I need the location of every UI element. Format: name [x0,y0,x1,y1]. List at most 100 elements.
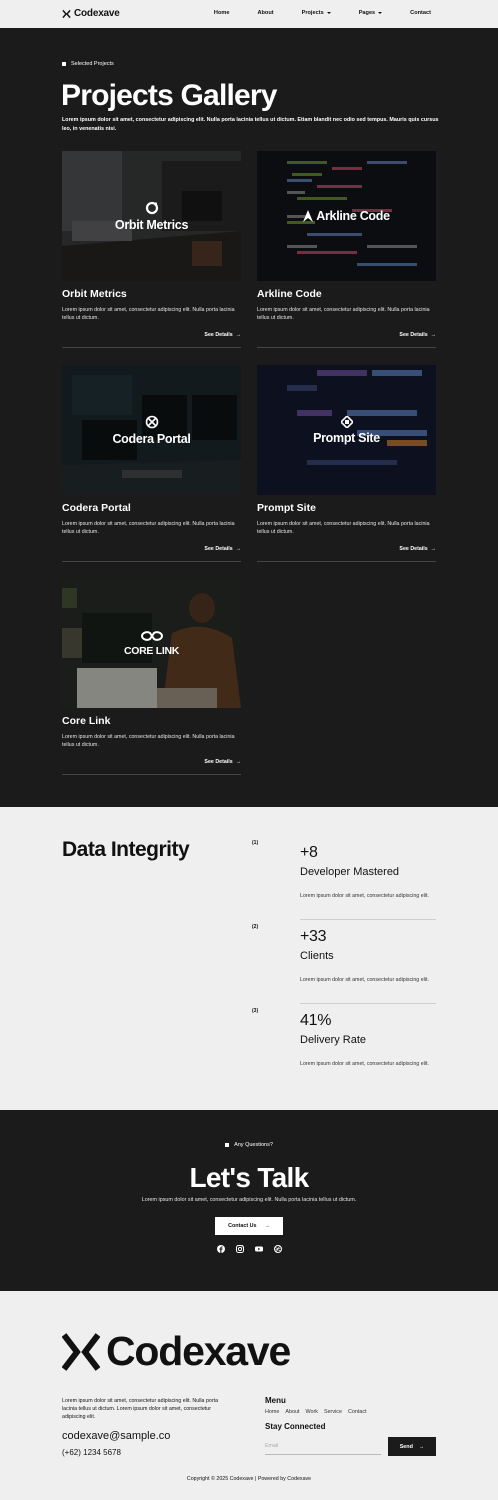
footer-email[interactable]: codexave@sample.co [62,1430,170,1442]
button-label: Send [399,1443,413,1450]
nav-projects[interactable]: Projects [288,10,331,16]
project-image[interactable]: Orbit Metrics [62,151,241,281]
brand-text: Arkline Code [316,209,390,223]
stat-number: (3) [252,1008,259,1014]
project-image[interactable]: Arkline Code [257,151,436,281]
project-title: Prompt Site [257,502,316,514]
footer-link-service[interactable]: Service [324,1409,342,1415]
stats-section: Data Integrity (1) +8 Developer Mastered… [0,807,498,1110]
stat-item: (1) +8 Developer Mastered Lorem ipsum do… [252,812,436,920]
arrow-right-icon: → [264,1223,270,1229]
footer-phone[interactable]: (+62) 1234 5678 [62,1448,121,1457]
logo-x-icon [62,9,71,18]
project-brand: Prompt Site [257,365,436,495]
project-title: Orbit Metrics [62,288,127,300]
prompt-icon [340,415,353,428]
project-image[interactable]: Prompt Site [257,365,436,495]
eyebrow-text: Selected Projects [71,61,114,67]
youtube-icon[interactable] [254,1245,263,1253]
square-bullet-icon [225,1143,230,1147]
projects-section: Selected Projects Projects Gallery Lorem… [0,28,498,807]
cta-section: Any Questions? Let's Talk Lorem ipsum do… [0,1110,498,1291]
nav-about[interactable]: About [243,10,273,16]
footer: Codexave Lorem ipsum dolor sit amet, con… [0,1291,498,1500]
nav-about-label: About [257,10,274,16]
arrow-right-icon: → [418,1443,425,1450]
brand-text: Codera Portal [112,431,191,446]
project-image[interactable]: Codera Portal [62,365,241,495]
stats-title: Data Integrity [62,838,190,861]
divider [257,561,436,562]
arrow-right-icon: → [235,332,241,338]
hero-description: Lorem ipsum dolor sit amet, consectetur … [62,117,439,132]
see-details-link[interactable]: See Details → [204,546,241,552]
link-label: See Details [204,546,233,552]
footer-menu: Home About Work Service Contact [265,1409,367,1415]
footer-link-about[interactable]: About [285,1409,299,1415]
facebook-icon[interactable] [216,1245,225,1253]
stat-value: 41% [300,1012,332,1029]
logo[interactable]: Codexave [62,8,120,19]
stat-number: (2) [252,924,259,930]
square-bullet-icon [62,62,66,66]
logo-x-icon [62,1332,100,1371]
project-card: Arkline Code Arkline Code Lorem ipsum do… [257,151,436,348]
project-title: Arkline Code [257,288,322,300]
footer-description: Lorem ipsum dolor sit amet, consectetur … [62,1398,219,1420]
project-title: Codera Portal [62,502,131,514]
arrow-right-icon: → [235,546,241,552]
nav-home[interactable]: Home [200,10,230,16]
project-description: Lorem ipsum dolor sit amet, consectetur … [257,521,430,535]
footer-link-home[interactable]: Home [265,1409,279,1415]
footer-logo-text: Codexave [106,1328,291,1374]
project-description: Lorem ipsum dolor sit amet, consectetur … [62,734,235,748]
footer-logo[interactable]: Codexave [62,1328,291,1374]
see-details-link[interactable]: See Details → [399,332,436,338]
brand-text: CORE LINK [123,644,180,657]
arkline-icon [303,210,314,222]
brand-text: Prompt Site [313,430,380,445]
nav-links: Home About Projects Pages Contact [186,10,431,16]
divider [62,774,241,775]
project-card: CORE LINK Core Link Lorem ipsum dolor si… [62,578,241,775]
chevron-down-icon [378,12,383,14]
project-image[interactable]: CORE LINK [62,578,241,708]
see-details-link[interactable]: See Details → [204,759,241,765]
footer-link-contact[interactable]: Contact [348,1409,367,1415]
instagram-icon[interactable] [235,1245,244,1253]
top-navbar: Codexave Home About Projects Pages Conta… [0,0,498,28]
arrow-right-icon: → [235,759,241,765]
link-label: See Details [399,546,428,552]
project-description: Lorem ipsum dolor sit amet, consectetur … [257,307,430,321]
divider [257,347,436,348]
social-links [0,1245,498,1253]
contact-us-button[interactable]: Contact Us → [215,1217,283,1235]
nav-contact-label: Contact [410,10,431,16]
chevron-down-icon [326,12,331,14]
stat-value: +8 [300,844,318,861]
dribbble-icon[interactable] [273,1245,282,1253]
project-brand: CORE LINK [62,578,241,708]
stat-description: Lorem ipsum dolor sit amet, consectetur … [300,1061,429,1067]
cta-title: Let's Talk [189,1162,310,1193]
project-title: Core Link [62,715,111,727]
arrow-right-icon: → [430,546,436,552]
cta-description: Lorem ipsum dolor sit amet, consectetur … [141,1197,357,1203]
orbit-icon [145,201,158,214]
button-label: Contact Us [228,1223,257,1229]
cta-eyebrow: Any Questions? [0,1142,498,1148]
project-brand: Arkline Code [257,151,436,281]
brand-text: Orbit Metrics [114,217,189,232]
footer-link-work[interactable]: Work [305,1409,317,1415]
send-button[interactable]: Send → [388,1437,436,1456]
project-brand: Codera Portal [62,365,241,495]
see-details-link[interactable]: See Details → [204,332,241,338]
nav-contact[interactable]: Contact [396,10,431,16]
nav-pages[interactable]: Pages [345,10,383,16]
see-details-link[interactable]: See Details → [399,546,436,552]
divider [62,561,241,562]
email-field[interactable]: Email [265,1437,381,1455]
project-description: Lorem ipsum dolor sit amet, consectetur … [62,307,235,321]
project-description: Lorem ipsum dolor sit amet, consectetur … [62,521,235,535]
nav-home-label: Home [213,10,230,16]
